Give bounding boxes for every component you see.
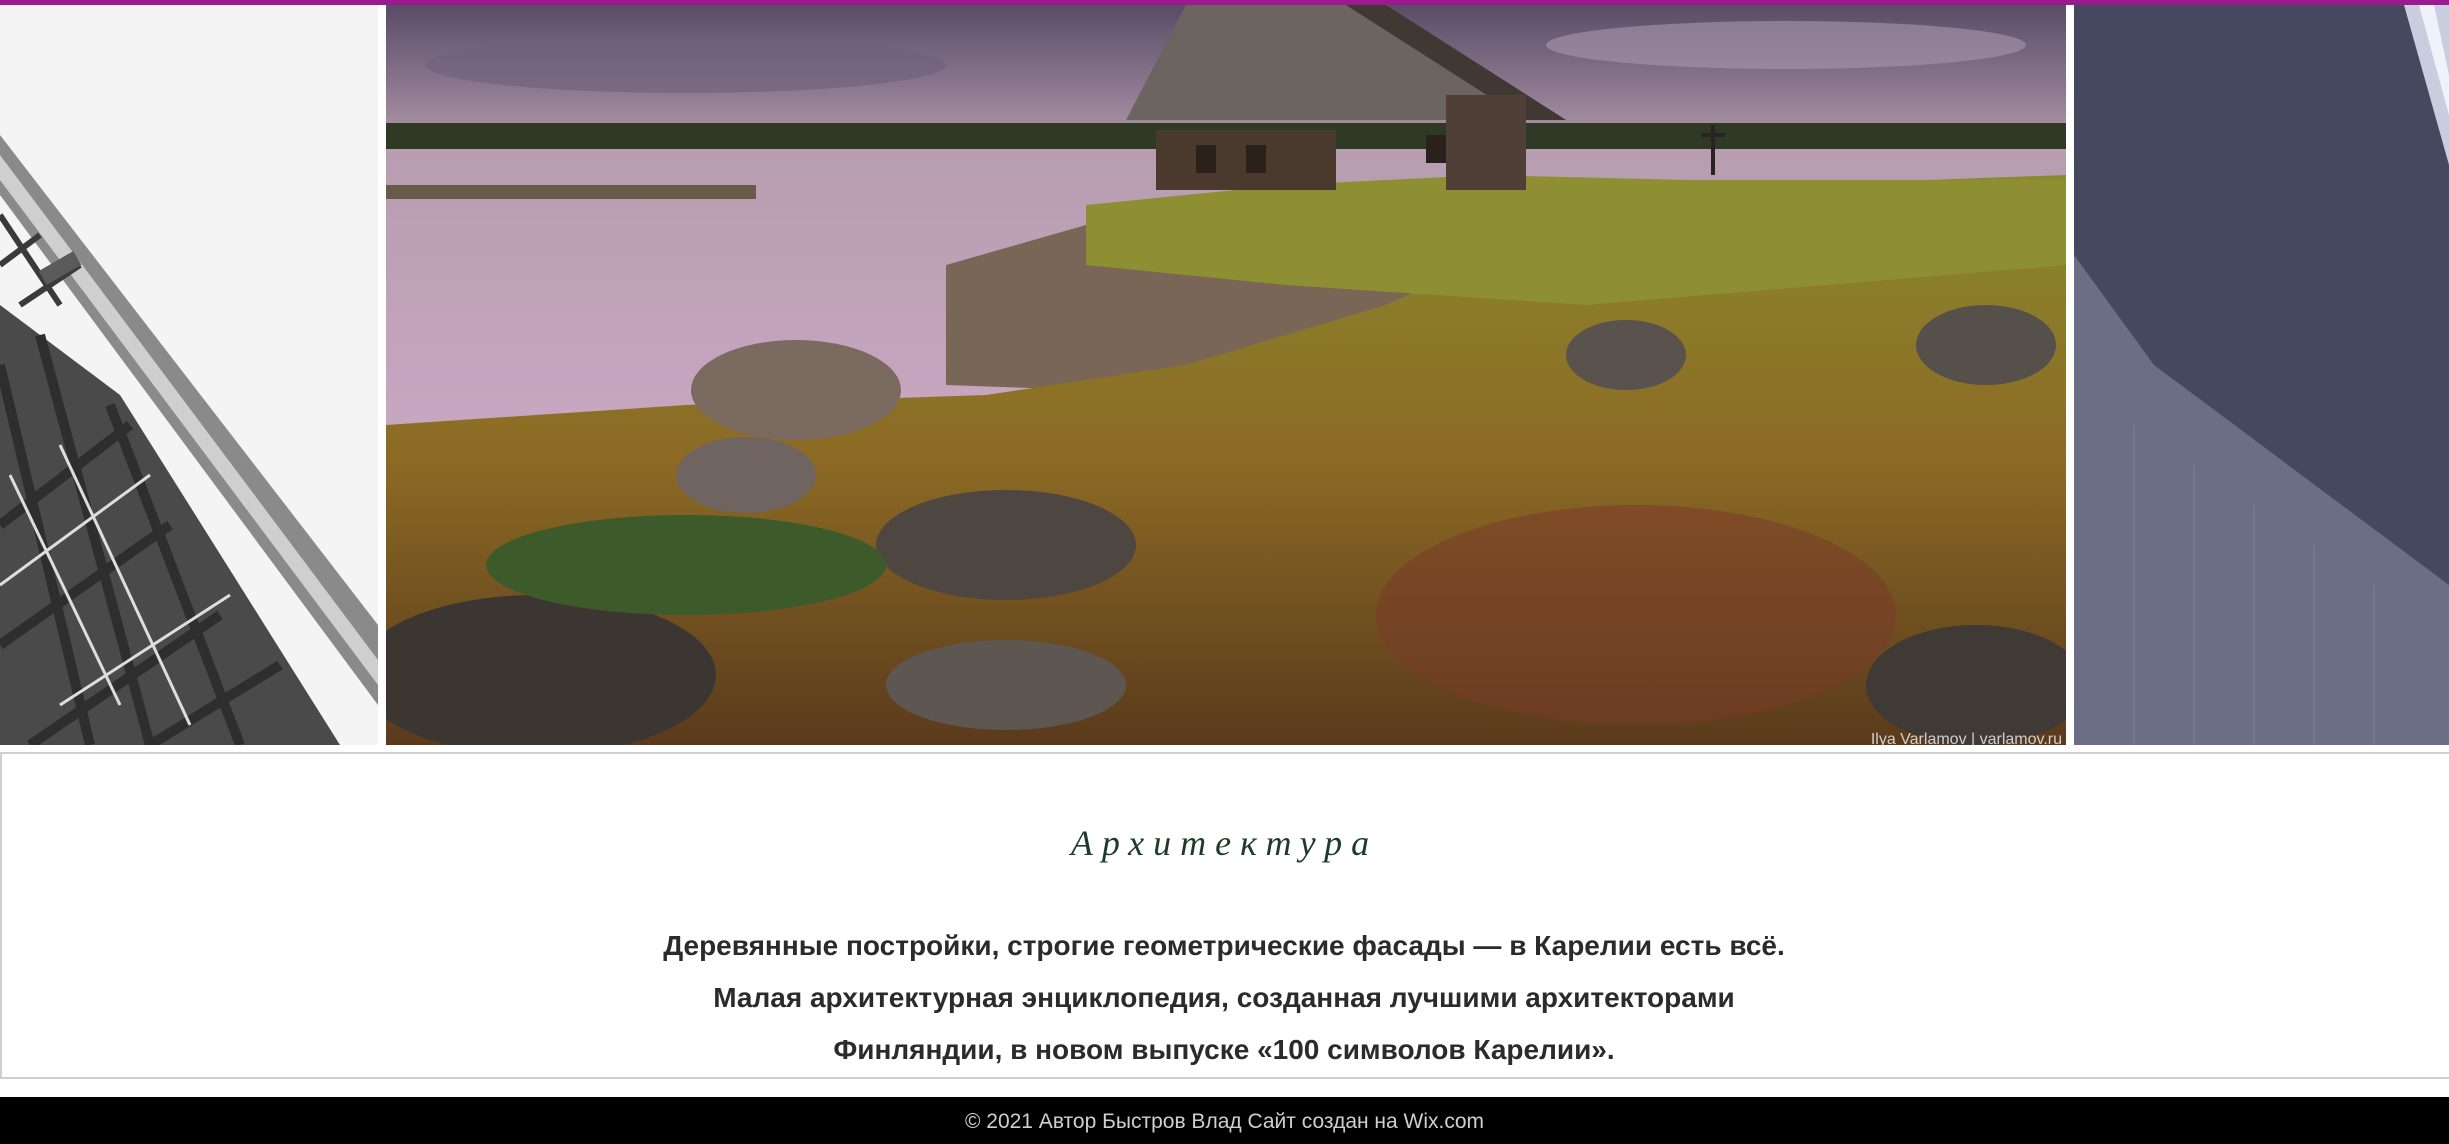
karelia-lake-house-image <box>386 5 2066 745</box>
section-divider-bottom <box>0 1077 2449 1079</box>
steel-truss-image <box>0 5 378 745</box>
dark-facade-image <box>2074 5 2449 745</box>
footer-text[interactable]: © 2021 Автор Быстров Влад Сайт создан на… <box>0 1110 2449 1134</box>
gallery-slide-right[interactable] <box>2074 5 2449 745</box>
site-footer: © 2021 Автор Быстров Влад Сайт создан на… <box>0 1097 2449 1144</box>
image-gallery[interactable]: Ilya Varlamov | varlamov.ru <box>0 5 2449 745</box>
gallery-slide-left[interactable] <box>0 5 378 745</box>
gallery-slide-center[interactable]: Ilya Varlamov | varlamov.ru <box>386 5 2066 745</box>
description-line-3: Финляндии, в новом выпуске «100 символов… <box>833 1034 1615 1065</box>
section-left-rule <box>0 752 2 1078</box>
photo-credit: Ilya Varlamov | varlamov.ru <box>1870 731 2062 745</box>
section-title: Архитектура <box>1070 823 1379 863</box>
description-line-1: Деревянные постройки, строгие геометриче… <box>663 930 1785 961</box>
section-divider-top <box>0 752 2449 754</box>
description-line-2: Малая архитектурная энциклопедия, создан… <box>713 982 1735 1013</box>
section-description: Деревянные постройки, строгие геометриче… <box>574 920 1874 1076</box>
